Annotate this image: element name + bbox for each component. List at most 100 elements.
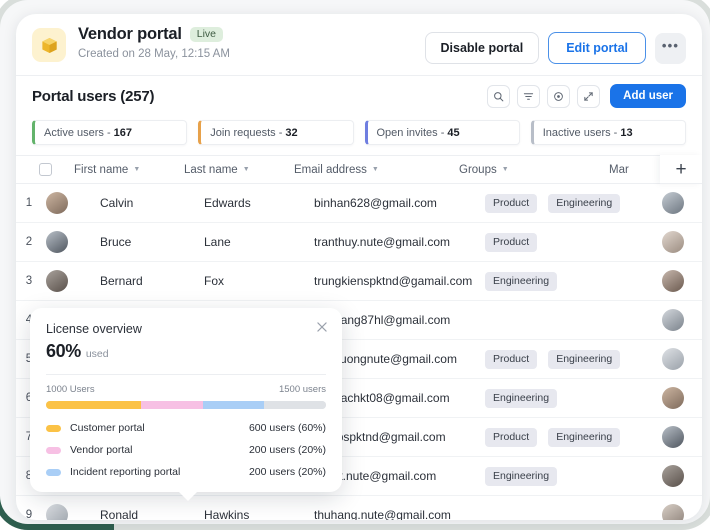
filter-chip[interactable]: Join requests - 32 — [198, 120, 354, 145]
table-header-row: First name ▼ Last name ▼ Email address ▼… — [16, 155, 702, 184]
filter-chip[interactable]: Inactive users - 13 — [530, 120, 686, 145]
cell-first-name: Ronald — [100, 508, 139, 520]
visibility-icon[interactable] — [547, 84, 571, 108]
filter-chip-label: Active users - — [44, 126, 111, 139]
filter-chip-count: 167 — [113, 126, 132, 139]
cell-last-name: Fox — [204, 274, 225, 288]
manager-avatar — [662, 309, 684, 331]
manager-avatar — [662, 387, 684, 409]
license-bar-max-label: 1500 users — [278, 384, 326, 395]
cell-groups: Product Engineering — [467, 193, 621, 213]
filter-chip-label: Open invites - — [376, 126, 445, 139]
status-badge: Live — [189, 26, 224, 43]
legend-label: Customer portal — [70, 422, 145, 434]
app-header: Vendor portal Live Created on 28 May, 12… — [16, 14, 702, 76]
license-bar-segment — [46, 401, 142, 409]
cell-groups: Product Engineering — [467, 427, 621, 447]
cell-first-name: Bruce — [100, 235, 132, 249]
filter-chip-count: 32 — [285, 126, 298, 139]
cell-groups: Engineering — [467, 466, 617, 486]
legend-row: Vendor portal 200 users (20%) — [46, 444, 326, 456]
table-row[interactable]: 9 Ronald Hawkins thuhang.nute@gmail.com — [16, 496, 702, 520]
users-toolbar: Portal users (257) Add user — [16, 76, 702, 116]
group-chip: Engineering — [548, 193, 621, 213]
add-column-label: + — [675, 158, 687, 180]
group-chip: Product — [485, 193, 538, 213]
row-number: 1 — [25, 197, 33, 209]
search-icon[interactable] — [487, 84, 511, 108]
table-row[interactable]: 1 Calvin Edwards binhan628@gmail.com Product… — [16, 184, 702, 223]
portal-title-block: Vendor portal Live Created on 28 May, 12… — [78, 24, 230, 60]
cell-groups: Product Engineering — [467, 349, 621, 369]
chevron-down-icon: ▼ — [133, 166, 141, 173]
legend-label: Incident reporting portal — [70, 466, 181, 478]
cell-groups: Engineering — [467, 271, 617, 291]
legend-swatch — [46, 446, 61, 454]
legend-swatch — [46, 468, 61, 476]
column-header-first-name[interactable]: First name ▼ — [62, 164, 172, 176]
disable-portal-button[interactable]: Disable portal — [424, 32, 540, 64]
cell-last-name: Hawkins — [204, 508, 250, 520]
column-header-last-name[interactable]: Last name ▼ — [172, 164, 282, 176]
legend-swatch — [46, 424, 61, 432]
column-header-email[interactable]: Email address ▼ — [282, 164, 447, 176]
manager-avatar — [662, 465, 684, 487]
chevron-down-icon: ▼ — [501, 166, 509, 173]
row-number: 2 — [25, 236, 33, 248]
portal-created-date: Created on 28 May, 12:15 AM — [78, 48, 230, 60]
avatar — [46, 192, 68, 214]
cell-last-name: Lane — [204, 235, 231, 249]
manager-avatar — [662, 348, 684, 370]
header-actions: Disable portal Edit portal ••• — [424, 24, 686, 64]
avatar — [46, 270, 68, 292]
cell-email: trungkienspktnd@gamail.com — [314, 274, 473, 288]
license-percent-row: 60% used — [46, 341, 326, 362]
manager-avatar — [662, 231, 684, 253]
row-number: 3 — [25, 275, 33, 287]
cell-email: tranthuy.nute@gmail.com — [314, 235, 451, 249]
cell-groups: Engineering — [467, 388, 617, 408]
license-used-label: used — [85, 348, 109, 360]
filter-chip-label: Join requests - — [210, 126, 283, 139]
cell-first-name: Bernard — [100, 274, 143, 288]
filter-icon[interactable] — [517, 84, 541, 108]
add-column-button[interactable]: + — [660, 155, 702, 184]
filter-chip[interactable]: Open invites - 45 — [364, 120, 520, 145]
edit-portal-button[interactable]: Edit portal — [548, 32, 646, 64]
column-header-groups-label: Groups — [459, 163, 497, 176]
license-bar-segment — [202, 401, 265, 409]
table-row[interactable]: 3 Bernard Fox trungkienspktnd@gamail.com Eng… — [16, 262, 702, 301]
group-chip: Engineering — [485, 388, 558, 408]
manager-avatar — [662, 192, 684, 214]
group-chip: Engineering — [485, 466, 558, 486]
column-header-email-label: Email address — [294, 163, 367, 176]
legend-value: 200 users (20%) — [248, 444, 326, 456]
cell-email: thuhang.nute@gmail.com — [314, 508, 451, 520]
legend-value: 600 users (60%) — [248, 422, 326, 434]
filter-chip-count: 45 — [447, 126, 460, 139]
avatar-cell — [42, 504, 82, 520]
column-header-manager[interactable]: Mar — [597, 164, 637, 176]
license-bar-min-label: 1000 Users — [46, 384, 95, 395]
group-chip: Engineering — [548, 349, 621, 369]
more-options-icon[interactable]: ••• — [655, 32, 686, 64]
add-user-button[interactable]: Add user — [610, 84, 686, 108]
cell-first-name: Calvin — [100, 196, 134, 210]
column-header-groups[interactable]: Groups ▼ — [447, 164, 597, 176]
license-percent-value: 60% — [46, 341, 81, 361]
group-chip: Product — [485, 427, 538, 447]
select-all-checkbox[interactable] — [38, 163, 52, 176]
close-icon[interactable] — [315, 320, 329, 334]
manager-avatar — [662, 426, 684, 448]
legend-row: Incident reporting portal 200 users (20%) — [46, 466, 326, 478]
filter-chip[interactable]: Active users - 167 — [32, 120, 188, 145]
table-row[interactable]: 2 Bruce Lane tranthuy.nute@gmail.com Product — [16, 223, 702, 262]
avatar-cell — [42, 192, 82, 214]
page-title: Vendor portal — [78, 25, 182, 43]
license-bar-segment — [141, 401, 203, 409]
package-icon — [32, 28, 66, 62]
toolbar-actions: Add user — [487, 84, 686, 108]
expand-icon[interactable] — [577, 84, 601, 108]
column-header-manager-label: Mar — [609, 163, 629, 176]
avatar — [46, 504, 68, 520]
